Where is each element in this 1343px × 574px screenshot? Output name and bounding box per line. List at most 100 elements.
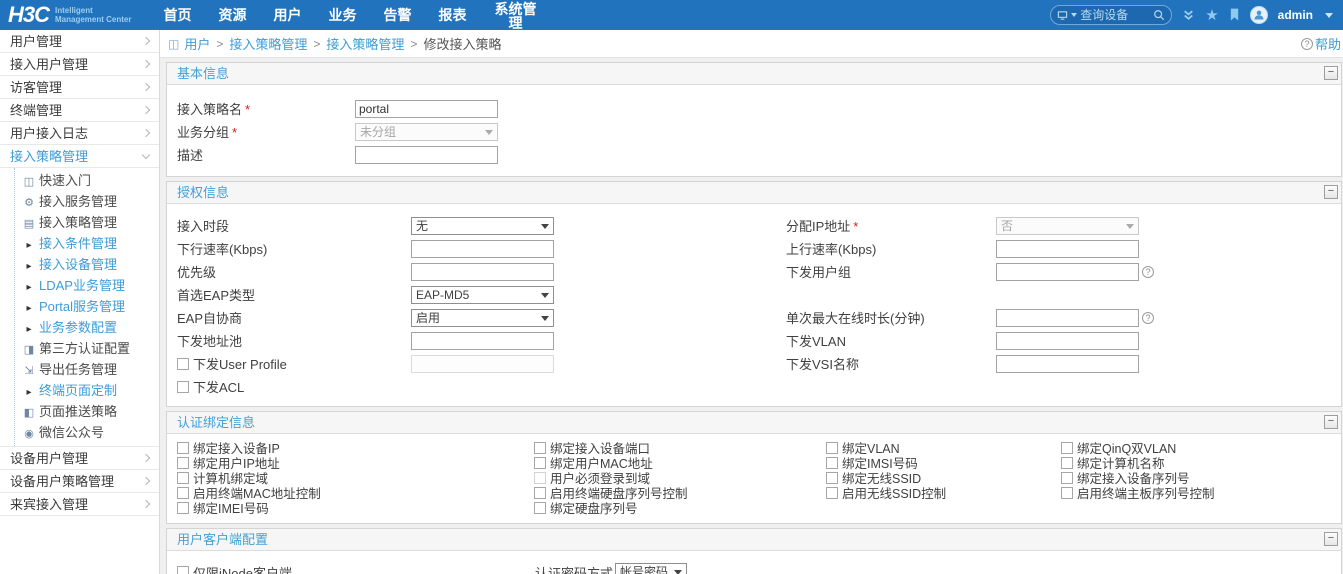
- required-mark: *: [232, 125, 238, 140]
- bind-device-ip-checkbox[interactable]: [177, 441, 189, 454]
- person-icon: [1254, 10, 1264, 20]
- max-online-duration-input[interactable]: [996, 308, 1139, 327]
- sidebar-subitem-terminal-page-custom[interactable]: ▸ 终端页面定制: [0, 380, 159, 401]
- sidebar-subitem-export-task[interactable]: ⇲ 导出任务管理: [0, 359, 159, 380]
- bind-device-port-checkbox[interactable]: [534, 441, 546, 454]
- subitem-label: 终端页面定制: [39, 383, 118, 398]
- sidebar-subitem-portal-service[interactable]: ▸ Portal服务管理: [0, 296, 159, 317]
- nav-system[interactable]: 系统管理: [493, 0, 537, 30]
- double-chevron-down-icon[interactable]: [1182, 9, 1195, 22]
- user-profile-checkbox[interactable]: [177, 357, 189, 370]
- bind-device-serial-checkbox[interactable]: [1061, 471, 1073, 484]
- sidebar-item-device-user-policy[interactable]: 设备用户策略管理: [0, 470, 159, 493]
- bind-user-mac-checkbox[interactable]: [534, 456, 546, 469]
- sidebar-subitem-wechat-official[interactable]: ◉ 微信公众号: [0, 422, 159, 443]
- sidebar-subitem-ldap-service[interactable]: ▸ LDAP业务管理: [0, 275, 159, 296]
- search-input[interactable]: [1080, 8, 1151, 22]
- user-group-input[interactable]: [996, 262, 1139, 281]
- subitem-label: 微信公众号: [39, 425, 105, 440]
- nav-home[interactable]: 首页: [163, 0, 191, 30]
- sidebar-subitem-access-service[interactable]: ⚙ 接入服务管理: [0, 191, 159, 212]
- password-mode-select[interactable]: 帐号密码: [615, 563, 688, 574]
- user-menu-caret-icon[interactable]: [1325, 12, 1333, 18]
- vlan-input[interactable]: [996, 331, 1139, 350]
- username-label[interactable]: admin: [1278, 8, 1313, 22]
- policy-name-input[interactable]: [355, 99, 498, 118]
- sidebar-item-guest-management[interactable]: 访客管理: [0, 76, 159, 99]
- enable-terminal-board-serial-control-checkbox[interactable]: [1061, 486, 1073, 499]
- sidebar-item-user-access-log[interactable]: 用户接入日志: [0, 122, 159, 145]
- logo-subtitle: Intelligent Management Center: [55, 6, 131, 24]
- enable-wireless-ssid-control-checkbox[interactable]: [826, 486, 838, 499]
- sidebar-item-user-management[interactable]: 用户管理: [0, 30, 159, 53]
- priority-input[interactable]: [411, 262, 554, 281]
- bind-wireless-ssid-checkbox[interactable]: [826, 471, 838, 484]
- logo-subtitle-line1: Intelligent: [55, 6, 93, 15]
- sidebar-subitem-third-party-auth[interactable]: ◨ 第三方认证配置: [0, 338, 159, 359]
- field-label: 接入时段: [177, 219, 230, 234]
- chevron-right-icon: [141, 453, 151, 463]
- description-input[interactable]: [355, 145, 498, 164]
- sidebar-item-guest-access-management[interactable]: 来宾接入管理: [0, 493, 159, 516]
- downstream-rate-input[interactable]: [411, 239, 554, 258]
- sidebar-item-device-user-management[interactable]: 设备用户管理: [0, 447, 159, 470]
- user-profile-input: [411, 354, 554, 373]
- nav-report[interactable]: 报表: [438, 0, 466, 30]
- bind-disk-serial-checkbox[interactable]: [534, 501, 546, 514]
- bind-computer-name-checkbox[interactable]: [1061, 456, 1073, 469]
- access-period-select[interactable]: 无: [411, 216, 554, 235]
- bind-imei-checkbox[interactable]: [177, 501, 189, 514]
- sidebar-item-access-user-management[interactable]: 接入用户管理: [0, 53, 159, 76]
- field-label: 下发VLAN: [786, 334, 846, 349]
- nav-alarm[interactable]: 告警: [383, 0, 411, 30]
- acl-checkbox[interactable]: [177, 380, 189, 393]
- nav-user[interactable]: 用户: [273, 0, 301, 30]
- bind-user-ip-checkbox[interactable]: [177, 456, 189, 469]
- subitem-label: 接入策略管理: [39, 215, 118, 230]
- search-category-caret-icon[interactable]: [1071, 13, 1078, 17]
- sidebar-subitem-access-device[interactable]: ▸ 接入设备管理: [0, 254, 159, 275]
- chevron-right-icon: [141, 128, 151, 138]
- collapse-button[interactable]: −: [1324, 66, 1338, 80]
- enable-terminal-mac-control-checkbox[interactable]: [177, 486, 189, 499]
- bookmark-icon[interactable]: [1229, 8, 1240, 22]
- breadcrumb-link-access-policy-mgmt-2[interactable]: 接入策略管理: [326, 34, 404, 53]
- required-mark: *: [245, 102, 251, 117]
- nav-service[interactable]: 业务: [328, 0, 356, 30]
- favorite-star-icon[interactable]: ★: [1205, 8, 1218, 23]
- bind-qinq-vlan-checkbox[interactable]: [1061, 441, 1073, 454]
- collapse-button[interactable]: −: [1324, 532, 1338, 546]
- sidebar-subitem-access-condition[interactable]: ▸ 接入条件管理: [0, 233, 159, 254]
- sidebar-subitem-quick-start[interactable]: ◫ 快速入门: [0, 170, 159, 191]
- help-icon[interactable]: ?: [1142, 311, 1154, 324]
- help-icon[interactable]: ?: [1142, 265, 1154, 278]
- eap-auto-negotiate-select[interactable]: 启用: [411, 308, 554, 327]
- bind-vlan-checkbox[interactable]: [826, 441, 838, 454]
- help-link[interactable]: ? 帮助: [1300, 34, 1341, 53]
- search-category-icon[interactable]: [1057, 10, 1068, 21]
- upstream-rate-input[interactable]: [996, 239, 1139, 258]
- sidebar-subitem-access-policy[interactable]: ▤ 接入策略管理: [0, 212, 159, 233]
- collapse-button[interactable]: −: [1324, 185, 1338, 199]
- enable-terminal-disk-serial-control-checkbox[interactable]: [534, 486, 546, 499]
- section-title: 认证绑定信息: [177, 415, 256, 430]
- sidebar-item-terminal-management[interactable]: 终端管理: [0, 99, 159, 122]
- breadcrumb-link-access-policy-mgmt[interactable]: 接入策略管理: [229, 34, 307, 53]
- sidebar-item-access-policy-management[interactable]: 接入策略管理: [0, 145, 159, 168]
- nav-resources[interactable]: 资源: [218, 0, 246, 30]
- bind-imsi-checkbox[interactable]: [826, 456, 838, 469]
- vsi-name-input[interactable]: [996, 354, 1139, 373]
- sidebar-subitem-page-push-policy[interactable]: ◧ 页面推送策略: [0, 401, 159, 422]
- device-search-box[interactable]: [1050, 5, 1173, 25]
- sidebar-item-label: 访客管理: [10, 80, 63, 95]
- sidebar-subitem-service-parameters[interactable]: ▸ 业务参数配置: [0, 317, 159, 338]
- search-icon[interactable]: [1153, 9, 1165, 21]
- collapse-button[interactable]: −: [1324, 415, 1338, 429]
- address-pool-input[interactable]: [411, 331, 554, 350]
- preferred-eap-type-select[interactable]: EAP-MD5: [411, 285, 554, 304]
- breadcrumb-link-user[interactable]: 用户: [184, 34, 210, 53]
- help-label: 帮助: [1314, 37, 1341, 52]
- computer-bind-domain-checkbox[interactable]: [177, 471, 189, 484]
- inode-only-checkbox[interactable]: [177, 566, 189, 574]
- user-avatar[interactable]: [1249, 6, 1268, 24]
